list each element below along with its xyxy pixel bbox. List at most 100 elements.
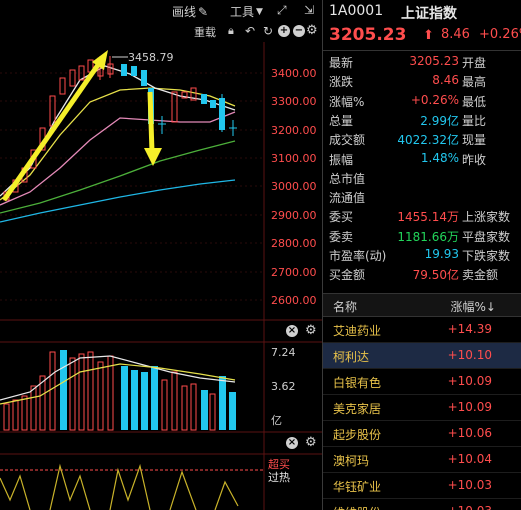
volume-tick: 7.24 <box>271 346 296 359</box>
price-change-pct: +0.26% <box>479 27 521 42</box>
stock-list-name: 美克家居 <box>333 402 382 416</box>
quote-label: 市盈率(动) <box>329 249 387 263</box>
stock-list-item[interactable]: 美克家居 +10.09 <box>323 395 521 421</box>
stock-list-pct: +10.04 <box>447 452 492 466</box>
quote-value: 79.50亿 <box>412 268 459 283</box>
column-name[interactable]: 名称 <box>333 298 357 315</box>
quote-label-secondary: 最高 <box>462 75 487 90</box>
stock-list-pct: +14.39 <box>447 322 492 336</box>
stock-list-pct: +10.10 <box>447 348 492 362</box>
stock-name: 上证指数 <box>401 6 457 22</box>
stock-list-name: 白银有色 <box>333 376 382 390</box>
stock-code: 1A0001 <box>329 3 384 19</box>
stock-list-item[interactable]: 华钰矿业 +10.03 <box>323 473 521 499</box>
stock-list-pct: +10.06 <box>447 426 492 440</box>
price-tick: 3400.00 <box>271 67 317 80</box>
quote-label: 买金额 <box>329 268 366 283</box>
price-tick: 3300.00 <box>271 95 317 108</box>
volume-tick: 3.62 <box>271 380 296 393</box>
quote-panel: 1A0001 上证指数 3205.23 ⬆ 8.46 +0.26% 最新 3205… <box>322 0 521 510</box>
high-marker: 3458.79 <box>128 51 174 64</box>
arrow-up-icon: ⬆ <box>423 28 434 43</box>
quote-value: +0.26% <box>410 92 459 107</box>
indicator-label-overbought: 超买 <box>268 457 290 471</box>
close-icon[interactable]: × <box>286 325 298 337</box>
candles <box>3 56 237 201</box>
quote-row: 委卖 1181.66万 平盘家数 <box>323 228 521 247</box>
price-tick: 2600.00 <box>271 294 317 307</box>
quote-value: 1.48% <box>420 150 459 165</box>
stock-list-item[interactable]: 柯利达 +10.10 <box>323 343 521 369</box>
quote-row: 涨跌 8.46 最高 <box>323 73 521 92</box>
quote-value: 19.93 <box>424 247 459 261</box>
quote-label: 最新 <box>329 56 354 70</box>
price-tick: 3200.00 <box>271 124 317 137</box>
stock-list-pct: +10.03 <box>448 504 492 510</box>
stock-list-pct: +10.03 <box>447 478 492 492</box>
price-tick: 2700.00 <box>271 266 317 279</box>
quote-value: 8.46 <box>432 73 459 88</box>
stock-list-name: 澳柯玛 <box>333 454 370 468</box>
gear-icon[interactable]: ⚙ <box>305 435 317 450</box>
volume-ma-yellow <box>0 363 236 405</box>
quote-row: 总市值 <box>323 170 521 189</box>
quote-row: 市盈率(动) 19.93 下跌家数 <box>323 247 521 266</box>
quote-label: 委卖 <box>329 229 354 244</box>
quote-label-secondary: 上涨家数 <box>462 210 511 225</box>
quote-row: 成交额 4022.32亿 现量 <box>323 131 521 150</box>
quote-value: 1455.14万 <box>397 210 459 225</box>
last-price: 3205.23 <box>329 25 407 45</box>
quote-label: 涨跌 <box>329 75 354 90</box>
close-icon[interactable]: × <box>286 437 298 449</box>
quote-label: 涨幅% <box>329 94 365 109</box>
quote-row: 委买 1455.14万 上涨家数 <box>323 208 521 227</box>
quote-label: 委买 <box>329 210 354 225</box>
indicator-line <box>0 463 239 510</box>
quote-row: 流通值 <box>323 189 521 208</box>
quote-label: 流通值 <box>329 191 366 206</box>
stock-list-item[interactable]: 白银有色 +10.09 <box>323 369 521 395</box>
column-pct[interactable]: 涨幅%↓ <box>451 298 496 315</box>
volume-unit: 亿 <box>271 414 282 427</box>
stock-list-item[interactable]: 维维股份 +10.03 <box>323 499 521 510</box>
quote-label-secondary: 开盘 <box>462 56 487 70</box>
stock-list-pct: +10.09 <box>447 400 492 414</box>
volume-ma-white <box>0 355 236 401</box>
stock-list-item[interactable]: 澳柯玛 +10.04 <box>323 447 521 473</box>
quote-row: 涨幅% +0.26% 最低 <box>323 93 521 112</box>
chart-panel[interactable]: 画线 ✎ 工具 ▼ ⤢ ⇲ 重载 🔒︎ ↶ ↻ + − ⚙ 3400.00 33… <box>0 0 322 510</box>
quote-label-secondary: 最低 <box>462 94 487 109</box>
quote-label-secondary: 量比 <box>462 113 487 128</box>
stock-list-header: 名称 涨幅%↓ <box>323 293 521 317</box>
quote-label: 总量 <box>329 113 354 128</box>
quote-label-secondary: 昨收 <box>462 152 487 167</box>
stock-list-name: 起步股份 <box>333 428 382 442</box>
quote-row: 总量 2.99亿 量比 <box>323 112 521 131</box>
quote-row: 最新 3205.23 开盘 <box>323 54 521 73</box>
stock-list-name: 柯利达 <box>333 350 370 364</box>
stock-list-pct: +10.09 <box>447 374 492 388</box>
quote-value: 3205.23 <box>409 54 459 68</box>
quote-row: 振幅 1.48% 昨收 <box>323 151 521 170</box>
stock-list-name: 华钰矿业 <box>333 480 382 494</box>
stock-list-name: 艾迪药业 <box>333 324 382 338</box>
chart-svg: 3400.00 3300.00 3200.00 3100.00 3000.00 … <box>0 42 322 510</box>
price-tick: 3000.00 <box>271 180 317 193</box>
quote-label-secondary: 卖金额 <box>462 268 499 283</box>
volume-bars <box>3 350 236 431</box>
indicator-label-overheat: 过热 <box>268 471 290 484</box>
price-change: 8.46 <box>441 27 470 42</box>
quote-label-secondary: 下跌家数 <box>462 249 511 263</box>
quote-label-secondary: 现量 <box>462 133 487 148</box>
quote-label: 总市值 <box>329 171 366 186</box>
quote-label-secondary: 平盘家数 <box>462 229 511 244</box>
stock-list-item[interactable]: 起步股份 +10.06 <box>323 421 521 447</box>
stock-list-item[interactable]: 艾迪药业 +14.39 <box>323 317 521 343</box>
quote-value: 1181.66万 <box>397 229 459 244</box>
stock-list-name: 维维股份 <box>333 504 381 510</box>
gear-icon[interactable]: ⚙ <box>305 323 317 338</box>
price-tick: 2800.00 <box>271 237 317 250</box>
price-tick: 2900.00 <box>271 209 317 222</box>
price-tick: 3100.00 <box>271 152 317 165</box>
divider <box>323 50 521 51</box>
